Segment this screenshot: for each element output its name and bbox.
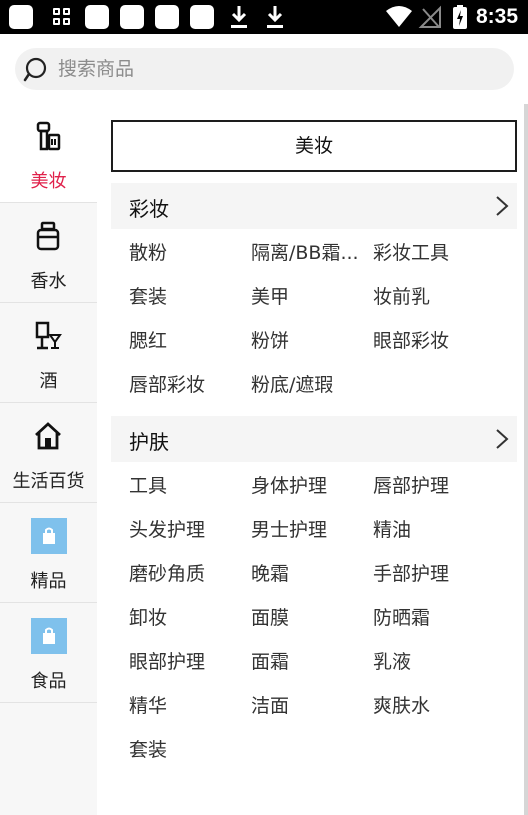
section-title: 护肤	[129, 430, 169, 454]
category-banner[interactable]: 美妆	[111, 120, 517, 172]
download-icon	[267, 6, 283, 28]
subcategory-item[interactable]: 磨砂角质	[129, 559, 205, 586]
sidebar-item-label: 美妆	[30, 171, 67, 192]
download-icon	[231, 6, 247, 28]
home-icon	[35, 422, 61, 450]
sidebar-item-wine[interactable]: 酒	[0, 304, 97, 403]
chevron-right-icon	[496, 196, 509, 216]
subcategory-item[interactable]: 工具	[129, 471, 167, 498]
app-notification-icon	[85, 5, 109, 29]
clock: 8:35	[475, 5, 518, 28]
grid-app-icon	[50, 5, 74, 29]
subcategory-item[interactable]: 妆前乳	[373, 282, 430, 309]
subcategory-item[interactable]: 套装	[129, 282, 167, 309]
chevron-right-icon	[496, 429, 509, 449]
app-notification-icon	[120, 5, 144, 29]
subcategory-item[interactable]: 眼部护理	[129, 647, 205, 674]
status-bar: 8:35	[0, 0, 528, 34]
scrollbar[interactable]	[524, 104, 528, 815]
subcategory-item[interactable]: 身体护理	[251, 471, 327, 498]
subcategory-item[interactable]: 眼部彩妆	[373, 326, 449, 353]
sidebar-item-label: 香水	[30, 271, 67, 292]
subcategory-item[interactable]: 美甲	[251, 282, 289, 309]
subcategory-item[interactable]: 男士护理	[251, 515, 327, 542]
subcategory-item[interactable]: 散粉	[129, 238, 167, 265]
perfume-icon	[36, 221, 60, 251]
shopping-bag-icon	[31, 618, 67, 654]
app-notification-icon	[155, 5, 179, 29]
subcategory-item[interactable]: 面膜	[251, 603, 289, 630]
app-notification-icon	[190, 5, 214, 29]
search-placeholder: 搜索商品	[58, 58, 135, 80]
app-notification-icon	[9, 5, 33, 29]
subcategory-item[interactable]: 头发护理	[129, 515, 205, 542]
subcategory-item[interactable]: 乳液	[373, 647, 411, 674]
subcategory-item[interactable]: 精油	[373, 515, 411, 542]
cosmetics-icon	[36, 121, 61, 151]
sidebar-item-label: 酒	[39, 371, 58, 392]
subcategory-item[interactable]: 卸妆	[129, 603, 167, 630]
sidebar-item-label: 食品	[30, 671, 67, 692]
subcategory-item[interactable]: 洁面	[251, 691, 289, 718]
sidebar-item-label: 精品	[30, 571, 67, 592]
subcategory-item[interactable]: 面霜	[251, 647, 289, 674]
sidebar-item-cosmetics[interactable]: 美妆	[0, 104, 97, 203]
section-header-skincare[interactable]: 护肤	[111, 416, 517, 462]
subcategory-item[interactable]: 爽肤水	[373, 691, 430, 718]
wifi-icon	[386, 6, 412, 27]
search-input[interactable]: 搜索商品	[15, 48, 514, 90]
sidebar-item-daily-goods[interactable]: 生活百货	[0, 404, 97, 503]
subcategory-item[interactable]: 腮红	[129, 326, 167, 353]
subcategory-item[interactable]: 唇部彩妆	[129, 370, 205, 397]
section-header-makeup[interactable]: 彩妆	[111, 183, 517, 229]
subcategory-item[interactable]: 防晒霜	[373, 603, 430, 630]
sidebar-item-food[interactable]: 食品	[0, 604, 97, 703]
subcategory-item[interactable]: 隔离/BB霜...	[251, 238, 359, 265]
subcategory-item[interactable]: 粉底/遮瑕	[251, 370, 333, 397]
no-signal-icon	[418, 5, 441, 28]
category-sidebar: 美妆 香水 酒 生活百货 精品 食品	[0, 104, 97, 815]
sidebar-item-label: 生活百货	[12, 471, 85, 492]
subcategory-item[interactable]: 晚霜	[251, 559, 289, 586]
section-title: 彩妆	[129, 197, 169, 221]
subcategory-item[interactable]: 粉饼	[251, 326, 289, 353]
sidebar-item-boutique[interactable]: 精品	[0, 504, 97, 603]
battery-charging-icon	[453, 5, 467, 29]
search-icon	[23, 57, 47, 82]
subcategory-item[interactable]: 彩妆工具	[373, 238, 449, 265]
subcategory-item[interactable]: 唇部护理	[373, 471, 449, 498]
shopping-bag-icon	[31, 518, 67, 554]
sidebar-item-perfume[interactable]: 香水	[0, 204, 97, 303]
subcategory-item[interactable]: 精华	[129, 691, 167, 718]
subcategory-item[interactable]: 手部护理	[373, 559, 449, 586]
subcategory-item[interactable]: 套装	[129, 735, 167, 762]
wine-icon	[35, 321, 62, 350]
